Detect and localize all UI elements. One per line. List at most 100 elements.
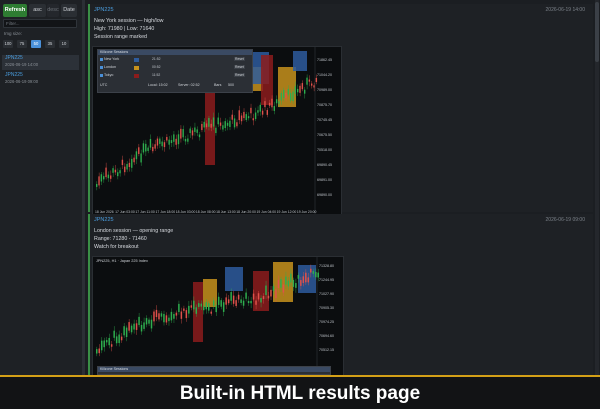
session-row-london[interactable]: London: [100, 65, 116, 69]
card-line: Watch for breakout: [94, 244, 139, 250]
candle-body: [121, 159, 124, 166]
reset-button[interactable]: Reset: [234, 65, 245, 69]
card-line: Session range marked: [94, 34, 147, 40]
chart-screenshot[interactable]: 71328.80 71244.95 71027.90 70905.30 70974.25…: [92, 256, 344, 376]
tokyo-color-swatch[interactable]: [134, 74, 139, 78]
candle-body: [187, 138, 189, 142]
candle-body: [262, 296, 265, 299]
candle-body: [156, 138, 159, 146]
candle-body: [305, 272, 307, 283]
candle-body: [198, 303, 200, 307]
london-color-swatch[interactable]: [134, 66, 139, 70]
candle-body: [257, 110, 259, 113]
candle-body: [217, 117, 219, 125]
session-panel[interactable]: Killzone Sessions: [97, 366, 331, 375]
reset-button[interactable]: Reset: [234, 73, 245, 77]
sort-asc-button[interactable]: asc: [29, 4, 46, 17]
filter-input[interactable]: Filter...: [3, 19, 77, 28]
list-item[interactable]: JPN225 2026-06-19 09:00: [2, 72, 79, 87]
candle-body: [210, 311, 212, 314]
candle-body: [145, 318, 148, 325]
img-size-label: Img size:: [4, 31, 23, 36]
bars-value[interactable]: 500: [228, 83, 234, 87]
candle-body: [147, 147, 149, 151]
sort-desc-button[interactable]: desc: [47, 4, 59, 17]
candle-body: [264, 101, 266, 108]
candle-body: [266, 110, 268, 115]
candle-body: [170, 140, 173, 144]
reset-button[interactable]: Reset: [234, 57, 245, 61]
candle-body: [205, 302, 208, 310]
sort-date-button[interactable]: Date: [61, 4, 77, 17]
candle-body: [252, 293, 255, 300]
candle-body: [260, 297, 262, 303]
chart-screenshot[interactable]: 71862.45 71044.20 70989.00 70875.70 70745.45…: [92, 46, 342, 216]
bars-label: Bars: [214, 83, 222, 87]
candle-body: [191, 130, 194, 136]
candle-body: [166, 137, 168, 141]
main-scrollbar-thumb[interactable]: [595, 2, 599, 62]
size-button-35[interactable]: 35: [45, 40, 55, 48]
candle-body: [113, 330, 115, 338]
candle-body: [98, 348, 100, 354]
refresh-button[interactable]: Refresh: [3, 4, 27, 17]
candle-body: [271, 98, 273, 108]
session-panel[interactable]: Killzone Sessions New York London Tokyo …: [97, 49, 253, 93]
candle-body: [110, 344, 113, 347]
candle-body: [140, 324, 143, 332]
candle-body: [236, 122, 238, 127]
candle-body: [267, 295, 270, 299]
ny-color-swatch[interactable]: [134, 58, 139, 62]
candle-body: [285, 92, 287, 99]
candle-body: [275, 289, 277, 299]
local-time: Local: 15:02: [148, 83, 168, 87]
candle-body: [278, 101, 280, 105]
candle-body: [250, 300, 252, 304]
candle-body: [217, 296, 220, 305]
candle-body: [196, 129, 198, 133]
candle-body: [185, 310, 188, 319]
size-button-75[interactable]: 75: [17, 40, 27, 48]
size-button-10[interactable]: 10: [59, 40, 69, 48]
candle-body: [313, 85, 315, 88]
size-button-50[interactable]: 50: [31, 40, 41, 48]
candle-body: [220, 300, 222, 307]
candle-body: [203, 121, 205, 128]
candle-body: [103, 340, 105, 348]
candle-body: [273, 106, 276, 111]
candle-body: [112, 168, 114, 173]
session-panel-title: Killzone Sessions: [98, 367, 330, 372]
session-row-ny[interactable]: New York: [100, 57, 119, 61]
session-row-tokyo[interactable]: Tokyo: [100, 73, 113, 77]
candle-body: [254, 112, 257, 120]
candle-body: [245, 292, 247, 299]
candle-body: [189, 128, 191, 134]
y-tick-label: 71328.80: [319, 264, 334, 268]
candle-body: [103, 176, 105, 180]
candle-body: [175, 312, 178, 316]
candle-body: [194, 127, 196, 132]
candle-body: [203, 305, 205, 311]
candle-body: [270, 289, 272, 297]
candle-body: [140, 153, 142, 163]
size-button-100[interactable]: 100: [3, 40, 13, 48]
list-item-date: 2026-06-19 09:00: [5, 79, 39, 84]
candle-body: [240, 115, 243, 122]
candle-body: [275, 99, 278, 104]
candle-body: [105, 340, 108, 343]
candle-body: [173, 314, 175, 319]
candle-body: [100, 340, 103, 351]
sidebar: Refresh asc desc Date Filter... Img size…: [0, 0, 85, 375]
candle-body: [257, 293, 260, 300]
sidebar-scrollbar[interactable]: [82, 0, 84, 375]
list-item-title: JPN225: [5, 55, 23, 61]
candle-body: [238, 110, 240, 121]
candle-body: [255, 300, 257, 305]
candle-body: [301, 83, 304, 90]
candle-body: [292, 279, 295, 287]
candle-body: [160, 313, 163, 317]
card-line: New York session — high/low: [94, 18, 164, 24]
card-title: JPN225: [94, 7, 114, 13]
list-item[interactable]: JPN225 2026-06-19 14:00: [2, 55, 79, 70]
candle-body: [212, 117, 215, 127]
